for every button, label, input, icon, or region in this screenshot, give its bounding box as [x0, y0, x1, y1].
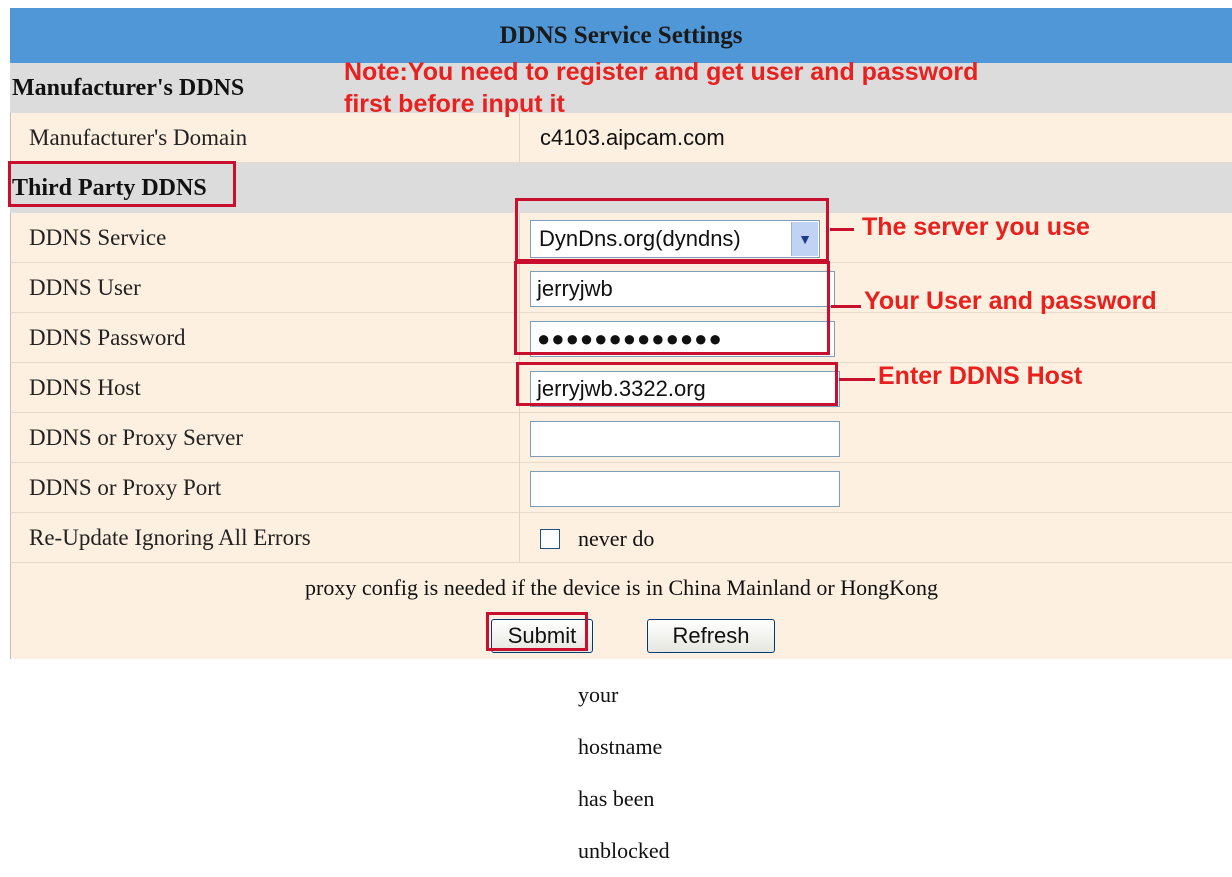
proxy-server-cell [519, 413, 840, 463]
manufacturer-domain-label: Manufacturer's Domain [29, 125, 248, 150]
section-manufacturer-title: Manufacturer's DDNS [12, 75, 245, 101]
row-ddns-password: DDNS Password ●●●●●●●●●●●●● [10, 313, 1232, 363]
annotation-user-pass-hint: Your User and password [864, 287, 1157, 315]
ddns-password-label: DDNS Password [29, 325, 186, 350]
proxy-port-input[interactable] [530, 471, 840, 507]
reupdate-cell: never do this unless your hostname has b… [519, 513, 670, 863]
annotation-host-hint: Enter DDNS Host [878, 362, 1083, 390]
ddns-service-select[interactable]: DynDns.org(dyndns) ▼ [530, 220, 820, 258]
ddns-host-label: DDNS Host [29, 375, 141, 400]
ddns-host-input[interactable]: jerryjwb.3322.org [530, 371, 840, 407]
ddns-password-cell: ●●●●●●●●●●●●● [519, 313, 835, 363]
ddns-host-cell: jerryjwb.3322.org [519, 363, 840, 413]
proxy-server-input[interactable] [530, 421, 840, 457]
section-third-party-title: Third Party DDNS [12, 175, 207, 201]
connector-user-pass [831, 305, 861, 308]
annotation-server-hint: The server you use [862, 213, 1090, 241]
ddns-service-label: DDNS Service [29, 225, 167, 250]
proxy-server-label: DDNS or Proxy Server [29, 425, 244, 450]
ddns-user-input[interactable]: jerryjwb [530, 271, 835, 307]
proxy-port-cell [519, 463, 840, 513]
manufacturer-domain-cell: c4103.aipcam.com [519, 113, 725, 163]
manufacturer-domain-value: c4103.aipcam.com [540, 125, 725, 150]
submit-button[interactable]: Submit [491, 619, 593, 653]
annotation-note-line2: first before input it [344, 90, 565, 118]
ddns-settings-panel: DDNS Service Settings Manufacturer's DDN… [10, 8, 1232, 863]
row-manufacturer-domain: Manufacturer's Domain c4103.aipcam.com [10, 113, 1232, 163]
ddns-service-selected: DynDns.org(dyndns) [539, 226, 741, 251]
proxy-note: proxy config is needed if the device is … [10, 563, 1232, 613]
chevron-down-icon[interactable]: ▼ [791, 222, 818, 256]
ddns-service-cell: DynDns.org(dyndns) ▼ [519, 213, 820, 263]
ddns-user-cell: jerryjwb [519, 263, 835, 313]
refresh-button[interactable]: Refresh [647, 619, 775, 653]
proxy-port-label: DDNS or Proxy Port [29, 475, 222, 500]
reupdate-checkbox[interactable] [540, 529, 560, 549]
button-row: Submit Refresh [10, 613, 1232, 659]
annotation-note-line1: Note:You need to register and get user a… [344, 58, 979, 86]
ddns-user-label: DDNS User [29, 275, 141, 300]
row-proxy-server: DDNS or Proxy Server [10, 413, 1232, 463]
row-proxy-port: DDNS or Proxy Port [10, 463, 1232, 513]
reupdate-label: Re-Update Ignoring All Errors [29, 525, 311, 550]
connector-host [839, 378, 875, 381]
connector-service [830, 228, 854, 231]
ddns-password-input[interactable]: ●●●●●●●●●●●●● [530, 321, 835, 357]
page-title: DDNS Service Settings [10, 8, 1232, 63]
section-third-party-ddns: Third Party DDNS [10, 163, 1232, 213]
row-reupdate: Re-Update Ignoring All Errors never do t… [10, 513, 1232, 863]
